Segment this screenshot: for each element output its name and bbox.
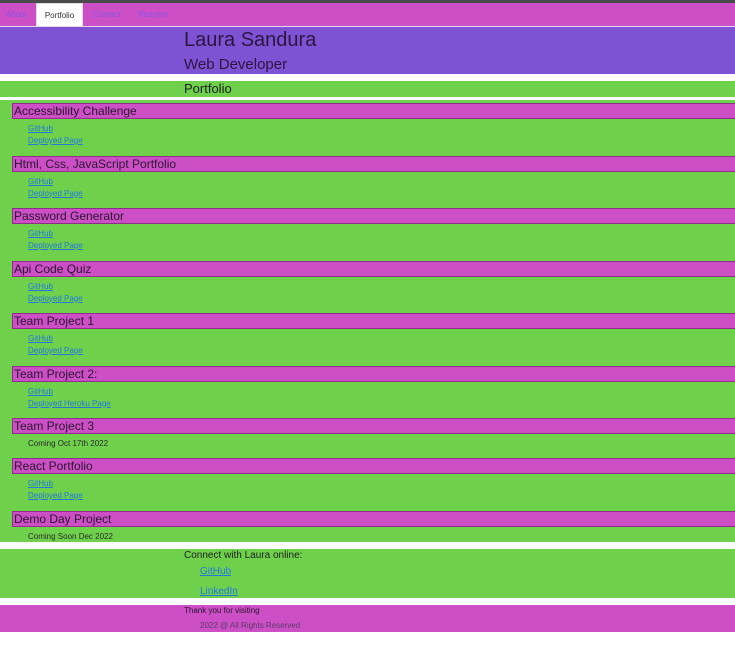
project-github-link[interactable]: GitHub (28, 123, 53, 135)
page-footer: Thank you for visiting 2022 @ All Rights… (0, 605, 735, 632)
project-deployed-page-link[interactable]: Deployed Page (28, 490, 83, 502)
project-github-link[interactable]: GitHub (28, 333, 53, 345)
project-item: Demo Day Project Coming Soon Dec 2022 (12, 510, 735, 543)
thanks-text: Thank you for visiting (184, 606, 260, 615)
project-title: Api Code Quiz (12, 260, 735, 277)
project-title: Team Project 1 (12, 313, 735, 329)
footer-linkedin-link[interactable]: LinkedIn (200, 586, 238, 598)
tab-resume[interactable]: Resume (138, 3, 168, 26)
project-github-link[interactable]: GitHub (28, 478, 53, 490)
project-deployed-page-link[interactable]: Deployed Page (28, 188, 83, 200)
project-item: Api Code Quiz GitHub Deployed Page (12, 260, 735, 314)
project-deployed-page-link[interactable]: Deployed Page (28, 135, 83, 147)
project-github-link[interactable]: GitHub (28, 228, 53, 240)
project-list: Accessibility Challenge GitHub Deployed Pa… (0, 100, 735, 542)
project-deployed-page-link[interactable]: Deployed Page (28, 293, 83, 305)
project-note: Coming Soon Dec 2022 (28, 531, 113, 541)
project-title: Demo Day Project (12, 510, 735, 527)
project-deployed-page-link[interactable]: Deployed Page (28, 345, 83, 357)
project-deployed-page-link[interactable]: Deployed Page (28, 240, 83, 252)
project-item: Team Project 2: GitHub Deployed Heroku Pag… (12, 365, 735, 419)
project-body: Coming Soon Dec 2022 (12, 527, 735, 543)
page-title: Laura Sandura (184, 29, 317, 51)
tab-contact[interactable]: Contact (93, 3, 121, 26)
portfolio-heading: Portfolio (184, 81, 232, 96)
project-title: Team Project 3 (12, 418, 735, 434)
project-item: Team Project 3 Coming Oct 17th 2022 (12, 418, 735, 458)
project-item: Password Generator GitHub Deployed Page (12, 208, 735, 261)
project-title: Accessibility Challenge (12, 103, 735, 119)
project-title: React Portfolio (12, 458, 735, 474)
project-body: GitHub Deployed Page (12, 119, 735, 147)
project-body: GitHub Deployed Page (12, 474, 735, 502)
project-body: Coming Oct 17th 2022 (12, 434, 735, 450)
project-body: GitHub Deployed Page (12, 224, 735, 252)
project-github-link[interactable]: GitHub (28, 281, 53, 293)
project-title: Html, Css, JavaScript Portfolio (12, 155, 735, 172)
project-body: GitHub Deployed Page (12, 172, 735, 200)
connect-text: Connect with Laura online: (184, 550, 303, 561)
nav-bar: About Portfolio Contact Resume (0, 3, 735, 27)
project-body: GitHub Deployed Heroku Page (12, 382, 735, 410)
project-title: Team Project 2: (12, 365, 735, 382)
project-github-link[interactable]: GitHub (28, 176, 53, 188)
project-body: GitHub Deployed Page (12, 277, 735, 305)
copyright-text: 2022 @ All Rights Reserved (200, 621, 301, 630)
project-item: Html, Css, JavaScript Portfolio GitHub Dep… (12, 155, 735, 209)
page-header: Laura Sandura Web Developer (0, 27, 735, 74)
project-github-link[interactable]: GitHub (28, 386, 53, 398)
project-title: Password Generator (12, 208, 735, 224)
project-note: Coming Oct 17th 2022 (28, 439, 109, 448)
project-item: Team Project 1 GitHub Deployed Page (12, 313, 735, 366)
project-item: React Portfolio GitHub Deployed Page (12, 458, 735, 511)
project-body: GitHub Deployed Page (12, 329, 735, 357)
tab-about[interactable]: About (6, 3, 27, 26)
project-deployed-heroku-page-link[interactable]: Deployed Heroku Page (28, 398, 111, 410)
page-subtitle: Web Developer (184, 56, 288, 73)
footer-github-link[interactable]: GitHub (200, 566, 231, 578)
portfolio-heading-bar: Portfolio (0, 81, 735, 97)
footer-contact: Connect with Laura online: GitHub Linked… (0, 549, 735, 598)
project-item: Accessibility Challenge GitHub Deployed Pa… (12, 103, 735, 156)
tab-portfolio[interactable]: Portfolio (36, 3, 83, 26)
